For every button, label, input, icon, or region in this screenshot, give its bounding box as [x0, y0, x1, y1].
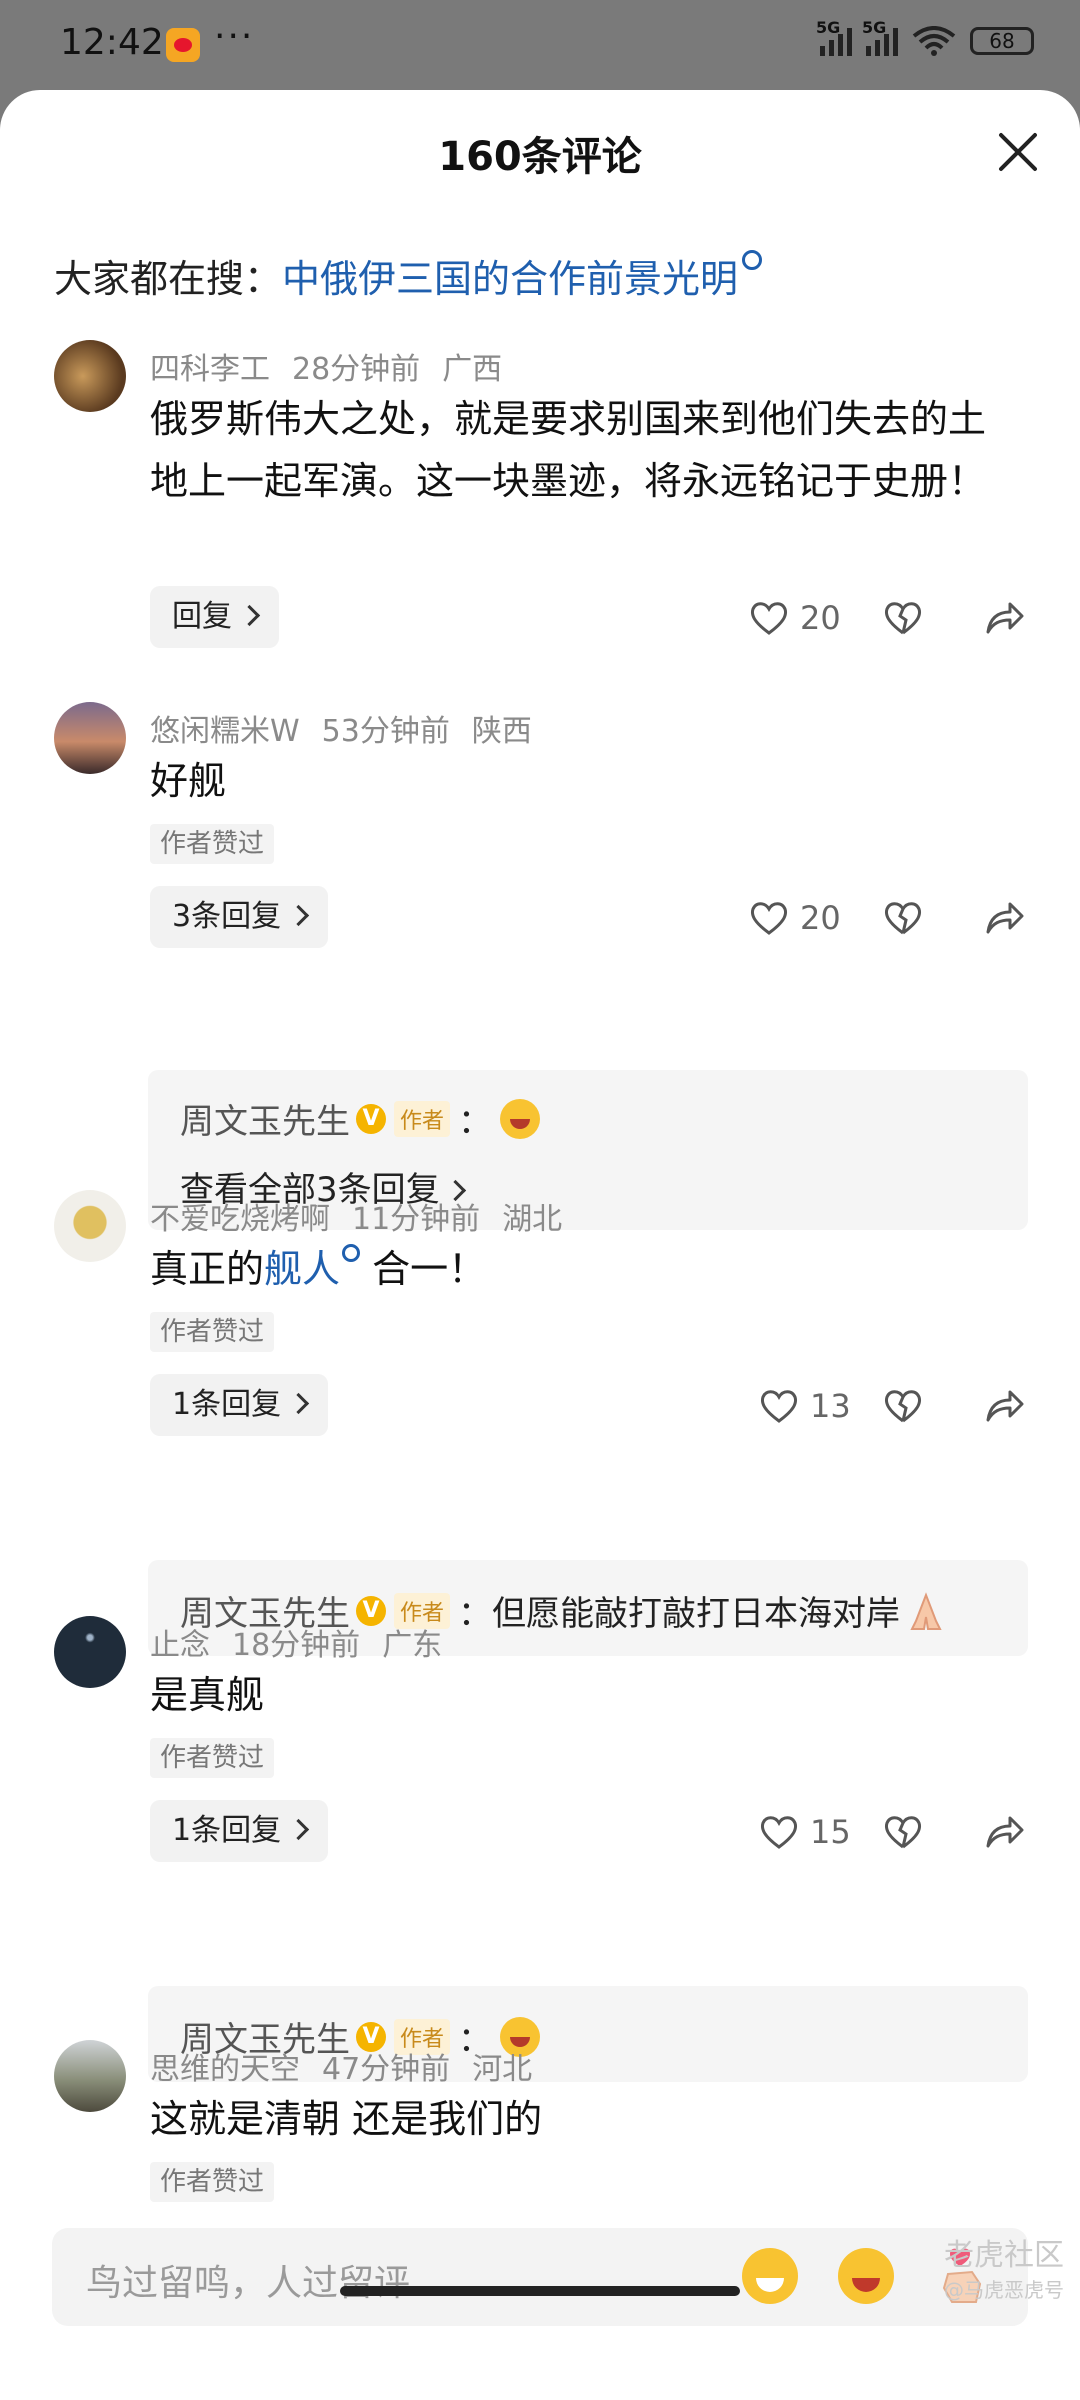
comment-text: 好舰 — [150, 759, 227, 803]
watermark: 老虎社区 @马虎恶虎号 — [944, 2230, 1064, 2303]
signal-icon: 5G — [816, 18, 852, 56]
heart-icon — [760, 1816, 798, 1849]
comment-username[interactable]: 止念 — [150, 1628, 210, 1663]
like-button[interactable]: 20 — [750, 898, 841, 938]
like-count: 20 — [800, 599, 841, 637]
like-button[interactable]: 20 — [750, 598, 841, 638]
chevron-right-icon — [238, 604, 261, 627]
replies-button[interactable]: 1条回复 — [150, 1374, 329, 1436]
like-button[interactable]: 15 — [760, 1812, 851, 1852]
weibo-notification-icon — [166, 28, 200, 62]
heart-icon — [750, 902, 788, 935]
comment-location: 广东 — [382, 1628, 443, 1663]
hot-search-label: 大家都在搜： — [54, 257, 283, 301]
comment-text: 这就是清朝 还是我们的 — [150, 2097, 543, 2141]
comment-meta: 四科李工 28分钟前 广西 — [150, 344, 524, 388]
signal-icon-2: 5G — [862, 18, 898, 56]
comment-location: 广西 — [442, 352, 503, 387]
avatar[interactable] — [54, 340, 126, 412]
comment-input-placeholder: 鸟过留鸣，人过留评 — [86, 2263, 411, 2304]
close-button[interactable] — [996, 130, 1040, 174]
chevron-right-icon — [287, 1392, 310, 1415]
verified-icon: V — [356, 1103, 386, 1134]
comment-time: 53分钟前 — [321, 714, 450, 749]
praying-hands-emoji-icon — [910, 1591, 942, 1630]
author-liked-badge: 作者赞过 — [150, 1312, 275, 1352]
comment-meta: 不爱吃烧烤啊 11分钟前 湖北 — [150, 1194, 584, 1238]
comment-actions: 13 — [750, 1374, 1080, 1436]
author-tag: 作者 — [394, 1100, 451, 1137]
share-icon[interactable] — [984, 600, 1024, 636]
battery-icon: 68 — [970, 27, 1034, 55]
comment-actions: 15 — [750, 1800, 1080, 1862]
share-icon[interactable] — [984, 1388, 1024, 1424]
comment-actions: 20 — [750, 886, 1080, 948]
broken-heart-icon[interactable] — [884, 1388, 922, 1424]
comment-meta: 止念 18分钟前 广东 — [150, 1620, 464, 1664]
comment-username[interactable]: 四科李工 — [150, 352, 270, 387]
chevron-right-icon — [287, 904, 310, 927]
author-liked-badge: 作者赞过 — [150, 2162, 275, 2202]
comment-time: 11分钟前 — [352, 1202, 481, 1237]
laugh-cry-emoji-icon — [500, 1098, 541, 1139]
comment-time: 28分钟前 — [292, 352, 421, 387]
broken-heart-icon[interactable] — [884, 1814, 922, 1850]
broken-heart-icon[interactable] — [884, 900, 922, 936]
reply-preview-line: 周文玉先生 V 作者： — [180, 1094, 541, 1143]
search-icon — [342, 1244, 361, 1262]
watermark-sub: @马虎恶虎号 — [944, 2278, 1064, 2302]
home-indicator[interactable] — [340, 2286, 740, 2296]
like-count: 13 — [810, 1387, 851, 1425]
comment-username[interactable]: 悠闲糯米W — [150, 714, 300, 749]
chevron-right-icon — [287, 1818, 310, 1841]
comment-time: 18分钟前 — [232, 1628, 361, 1663]
more-notifications-icon: ··· — [214, 16, 255, 57]
reply-author-name[interactable]: 周文玉先生 — [180, 1094, 350, 1143]
wifi-icon — [912, 26, 956, 56]
replies-button[interactable]: 1条回复 — [150, 1800, 329, 1862]
author-liked-badge: 作者赞过 — [150, 824, 275, 864]
search-icon — [742, 250, 763, 270]
laugh-emoji-icon[interactable] — [838, 2248, 894, 2304]
grin-emoji-icon[interactable] — [742, 2248, 798, 2304]
comment-meta: 悠闲糯米W 53分钟前 陕西 — [150, 706, 554, 750]
reply-button[interactable]: 回复 — [150, 586, 279, 648]
comment-text: 俄罗斯伟大之处，就是要求别国来到他们失去的土地上一起军演。这一块墨迹，将永远铭记… — [150, 397, 987, 503]
replies-button[interactable]: 3条回复 — [150, 886, 329, 948]
reply-text: 但愿能敲打敲打日本海对岸 — [492, 1594, 901, 1634]
like-count: 20 — [800, 899, 841, 937]
comment-actions: 20 — [750, 586, 1080, 648]
comment-text: 真正的舰人 合一！ — [150, 1238, 1010, 1300]
status-time: 12:42 — [60, 22, 164, 63]
hot-search-bar: 大家都在搜：中俄伊三国的合作前景光明 — [54, 248, 763, 303]
like-count: 15 — [810, 1813, 851, 1851]
comment-location: 湖北 — [502, 1202, 563, 1237]
comment-text: 是真舰 — [150, 1673, 265, 1717]
author-liked-badge: 作者赞过 — [150, 1738, 275, 1778]
watermark-main: 老虎社区 — [944, 2238, 1064, 2273]
comment-username[interactable]: 思维的天空 — [150, 2052, 300, 2087]
avatar[interactable] — [54, 702, 126, 774]
heart-icon — [750, 602, 788, 635]
comment-input[interactable]: 鸟过留鸣，人过留评 — [52, 2228, 1028, 2326]
heart-icon — [760, 1390, 798, 1423]
topic-link[interactable]: 舰人 — [264, 1247, 340, 1291]
avatar[interactable] — [54, 2040, 126, 2112]
comment-username[interactable]: 不爱吃烧烤啊 — [150, 1202, 330, 1237]
hot-search-link[interactable]: 中俄伊三国的合作前景光明 — [282, 257, 738, 301]
avatar[interactable] — [54, 1616, 126, 1688]
comment-location: 陕西 — [471, 714, 532, 749]
sheet-header: 160条评论 — [0, 90, 1080, 210]
share-icon[interactable] — [984, 900, 1024, 936]
avatar[interactable] — [54, 1190, 126, 1262]
comments-title: 160条评论 — [438, 134, 642, 180]
like-button[interactable]: 13 — [760, 1386, 851, 1426]
share-icon[interactable] — [984, 1814, 1024, 1850]
comment-time: 47分钟前 — [322, 2052, 451, 2087]
comment-location: 河北 — [472, 2052, 533, 2087]
comment-meta: 思维的天空 47分钟前 河北 — [150, 2044, 554, 2088]
broken-heart-icon[interactable] — [884, 600, 922, 636]
comments-sheet: 160条评论 大家都在搜：中俄伊三国的合作前景光明 四科李工 28分钟前 广西 俄罗… — [0, 90, 1080, 2400]
status-bar: 12:42 ··· 5G 5G 68 — [0, 0, 1080, 90]
